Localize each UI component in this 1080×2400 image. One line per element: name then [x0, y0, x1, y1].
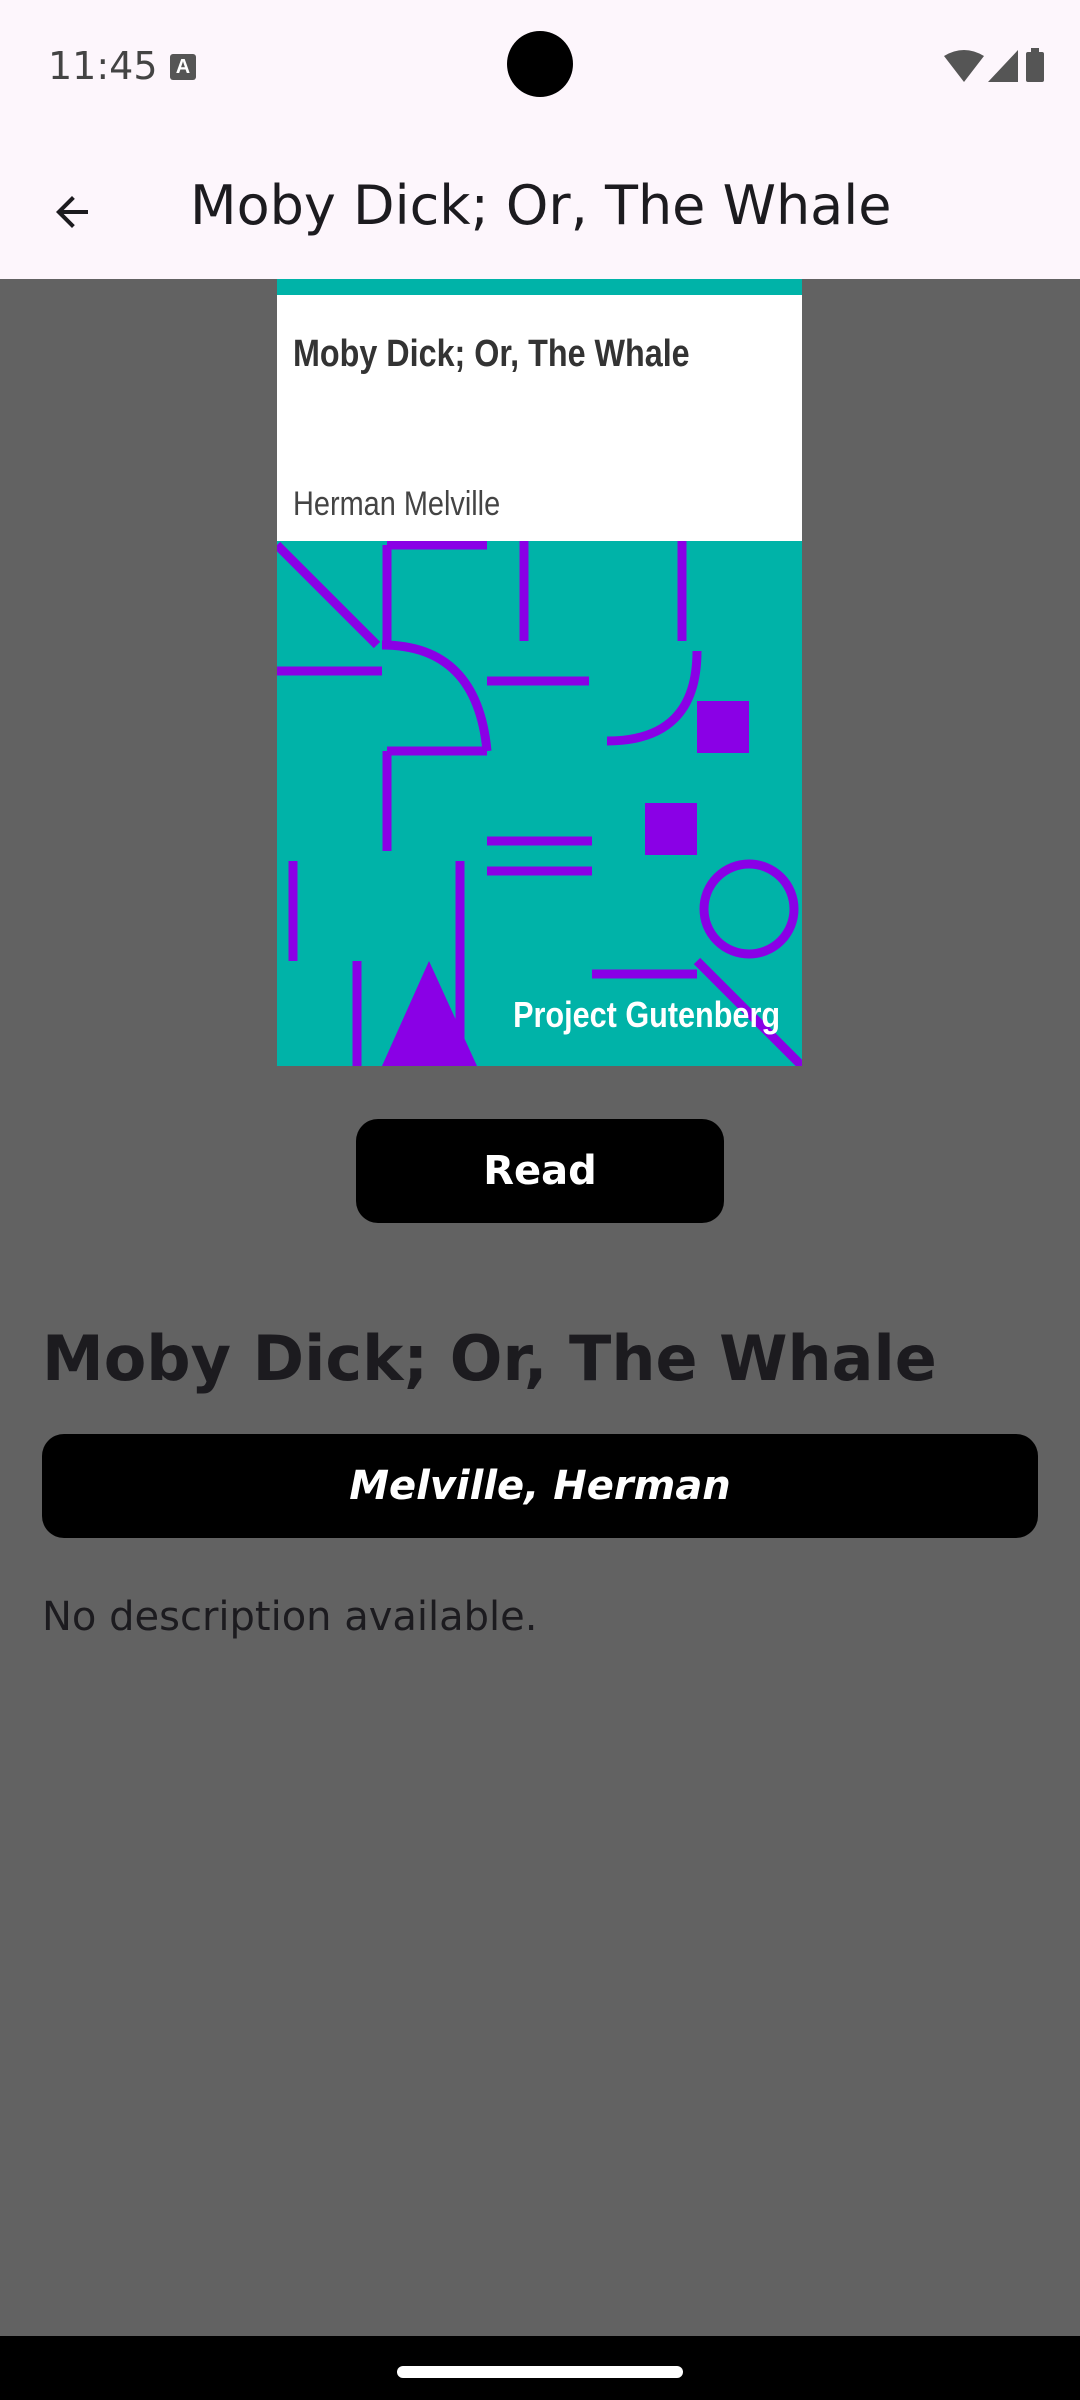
cover-publisher: Project Gutenberg: [513, 994, 780, 1035]
status-icons: [944, 48, 1044, 91]
battery-icon: [1026, 52, 1044, 82]
cover-pattern: [277, 541, 802, 1066]
book-title: Moby Dick; Or, The Whale: [42, 1322, 937, 1395]
status-time: 11:45: [48, 44, 158, 88]
cover-title: Moby Dick; Or, The Whale: [293, 333, 690, 375]
signal-icon: [988, 50, 1018, 82]
camera-cutout: [507, 31, 573, 97]
app-bar-title: Moby Dick; Or, The Whale: [190, 174, 892, 237]
book-description: No description available.: [42, 1594, 538, 1640]
app-bar: Moby Dick; Or, The Whale: [0, 134, 1080, 279]
back-button[interactable]: [36, 176, 108, 248]
status-bar: 11:45 A: [0, 0, 1080, 134]
cover-author: Herman Melville: [293, 485, 501, 523]
read-button[interactable]: Read: [356, 1119, 724, 1223]
book-cover: Moby Dick; Or, The Whale Herman Melville: [277, 279, 802, 1066]
author-button[interactable]: Melville, Herman: [42, 1434, 1038, 1538]
home-indicator[interactable]: [397, 2366, 683, 2378]
wifi-icon: [944, 50, 984, 82]
arrow-back-icon: [56, 196, 88, 228]
notification-icon: A: [170, 54, 196, 80]
cover-title-panel: Moby Dick; Or, The Whale Herman Melville: [277, 295, 802, 541]
